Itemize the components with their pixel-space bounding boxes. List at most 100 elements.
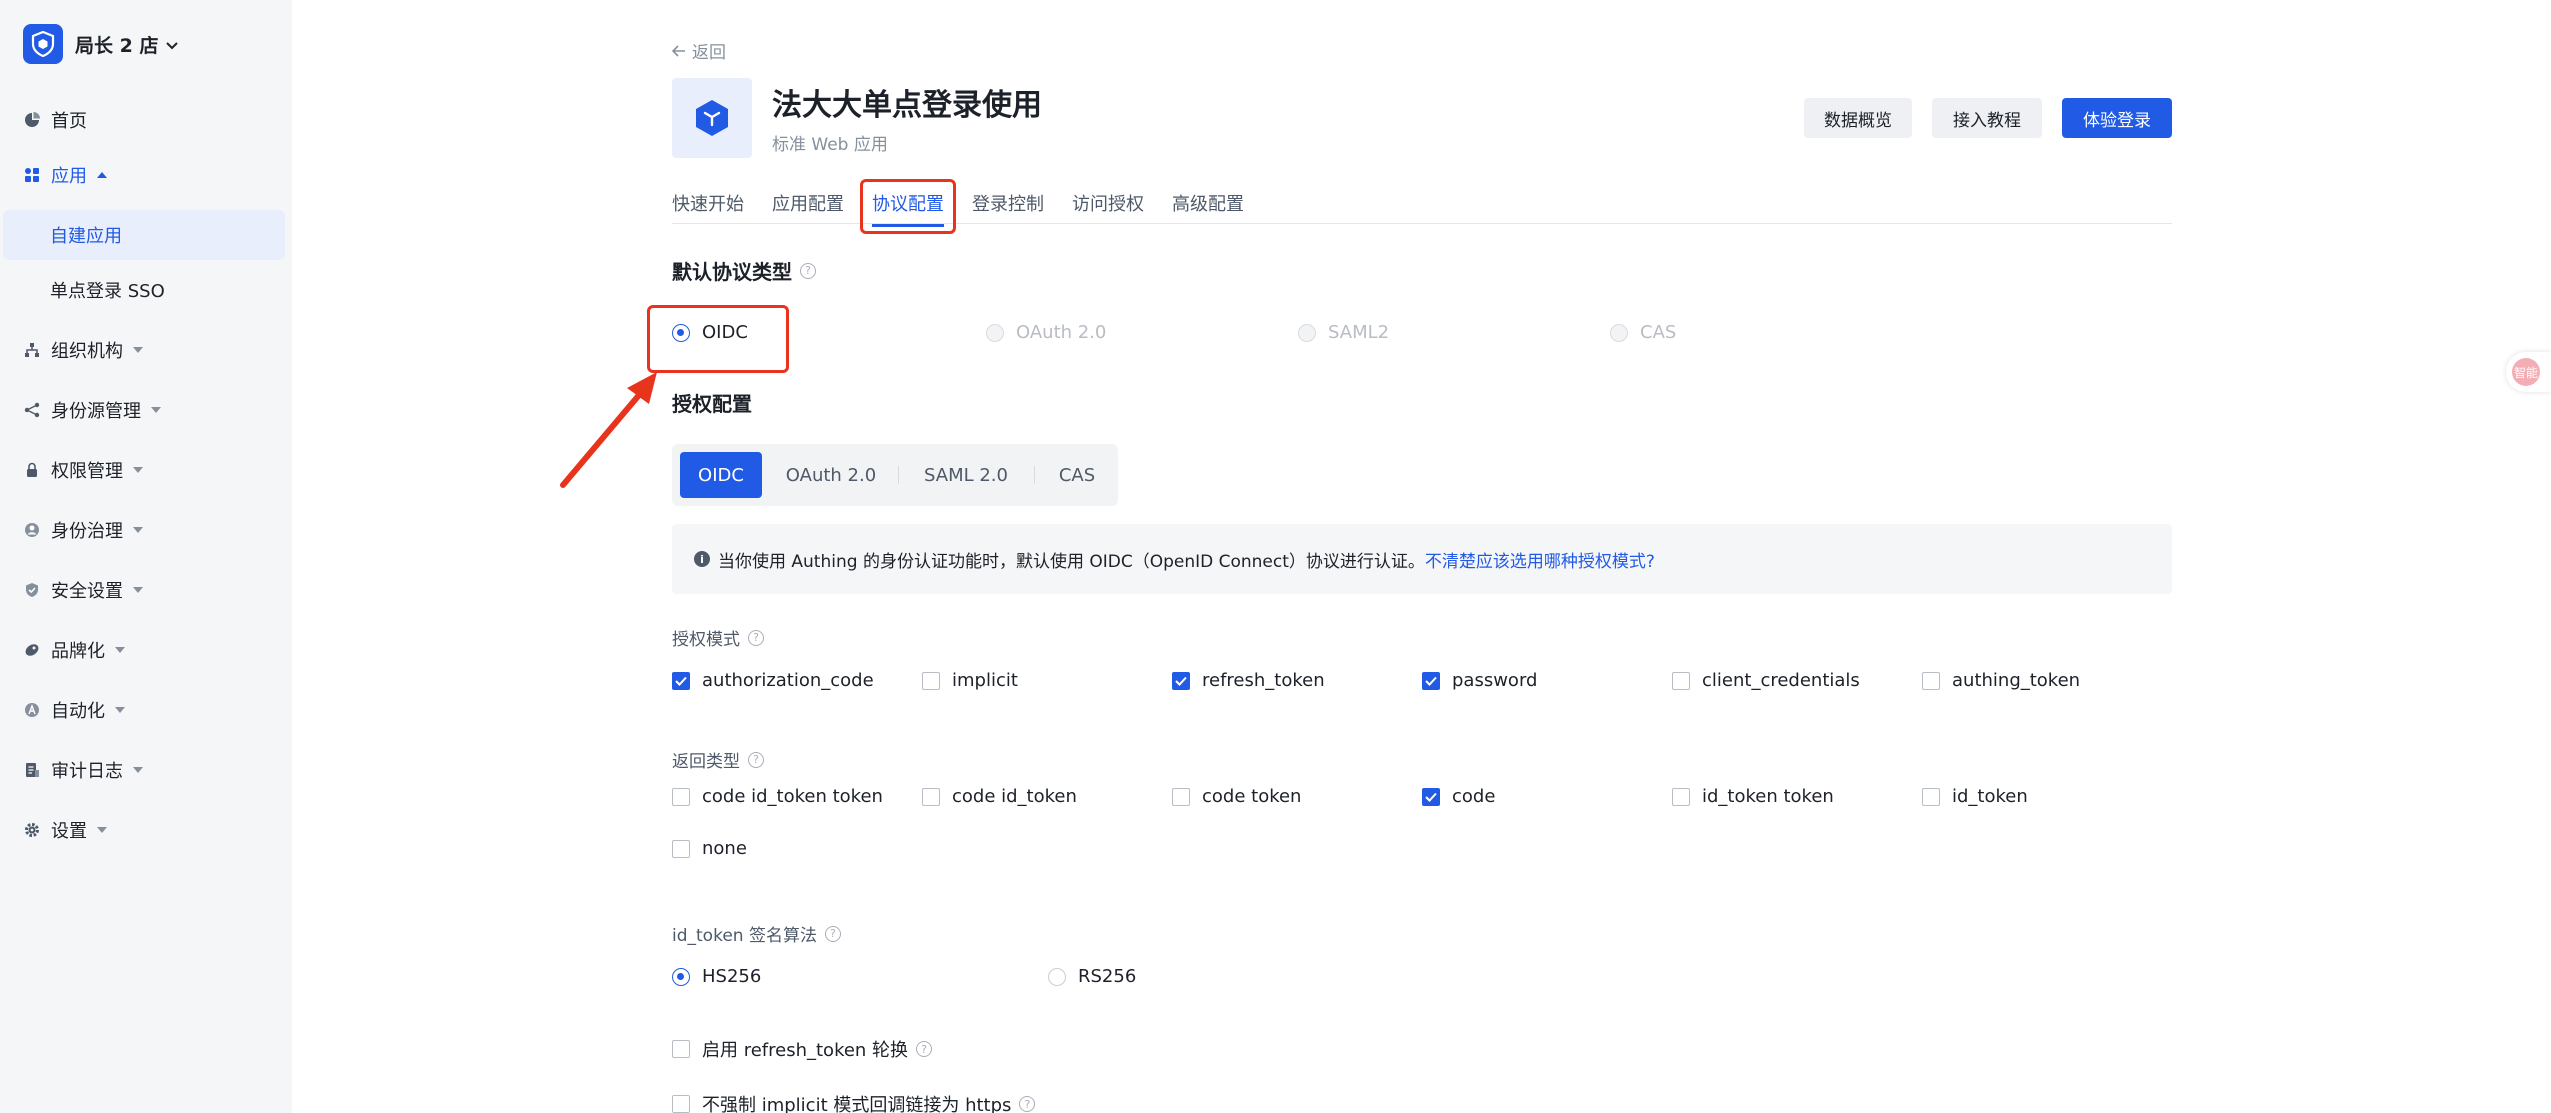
sidebar-item-label: 权限管理 [51, 461, 123, 482]
help-icon[interactable]: ? [800, 262, 816, 279]
sidebar-item-settings[interactable]: 设置 [23, 810, 107, 850]
help-icon[interactable]: ? [824, 925, 841, 942]
protocol-radio-oauth2[interactable]: OAuth 2.0 [986, 322, 1106, 343]
help-icon[interactable]: ? [1019, 1096, 1036, 1112]
radio-label: SAML2 [1328, 322, 1390, 343]
radio-label: CAS [1640, 322, 1677, 343]
checkbox-label: code token [1202, 786, 1302, 807]
tab-protocol-config[interactable]: 协议配置 [872, 190, 944, 227]
signing-radio-hs256[interactable]: HS256 [672, 966, 761, 987]
refresh-token-rotation-checkbox[interactable]: 启用 refresh_token 轮换 ? [672, 1036, 933, 1062]
caret-down-icon [133, 467, 143, 473]
response-checkbox-code[interactable]: code [1422, 786, 1495, 807]
segment-divider [898, 466, 899, 484]
org-tree-icon [23, 341, 41, 359]
response-checkbox-id-token-token[interactable]: id_token token [1672, 786, 1834, 807]
page-title: 法大大单点登录使用 [772, 88, 1042, 123]
grant-checkbox-implicit[interactable]: implicit [922, 670, 1018, 691]
protocol-radio-oidc[interactable]: OIDC [672, 322, 748, 343]
grant-checkbox-authorization-code[interactable]: authorization_code [672, 670, 874, 691]
tab-advanced-config[interactable]: 高级配置 [1172, 190, 1244, 216]
sidebar-item-automation[interactable]: 自动化 [23, 690, 125, 730]
tutorial-button[interactable]: 接入教程 [1932, 98, 2042, 138]
radio-dot [1298, 323, 1316, 342]
log-icon [23, 761, 41, 779]
floating-assistant-button[interactable]: 智能 [2506, 352, 2551, 392]
radio-dot [672, 967, 690, 986]
field-label: 返回类型 [672, 752, 740, 772]
signing-algorithm-label: id_token 签名算法 ? [672, 921, 841, 946]
checkbox-label: code [1452, 786, 1496, 807]
radio-label: OAuth 2.0 [1016, 322, 1107, 343]
sidebar-item-label: 自动化 [51, 701, 105, 722]
field-label: 授权模式 [672, 630, 740, 650]
sidebar-subitem-custom-apps[interactable]: 自建应用 [3, 210, 285, 260]
grant-checkbox-refresh-token[interactable]: refresh_token [1172, 670, 1325, 691]
data-overview-button[interactable]: 数据概览 [1804, 98, 1912, 138]
sidebar-item-home[interactable]: 首页 [23, 100, 87, 140]
sidebar-item-org[interactable]: 组织机构 [23, 330, 143, 370]
response-checkbox-id-token[interactable]: id_token [1922, 786, 2028, 807]
info-banner: i 当你使用 Authing 的身份认证功能时，默认使用 OIDC（OpenID… [672, 524, 2172, 594]
caret-down-icon [97, 827, 107, 833]
caret-up-icon [97, 172, 107, 178]
radio-dot [672, 323, 690, 342]
tab-quick-start[interactable]: 快速开始 [672, 190, 744, 216]
segment-saml2[interactable]: SAML 2.0 [906, 452, 1026, 498]
sidebar-subitem-sso[interactable]: 单点登录 SSO [0, 265, 282, 315]
response-checkbox-code-token[interactable]: code token [1172, 786, 1301, 807]
pie-chart-icon [23, 111, 41, 129]
grant-checkbox-authing-token[interactable]: authing_token [1922, 670, 2080, 691]
checkbox-label: code id_token token [702, 786, 883, 807]
checkbox-label: refresh_token [1202, 670, 1325, 691]
caret-down-icon [115, 647, 125, 653]
sidebar-item-identity-source[interactable]: 身份源管理 [23, 390, 161, 430]
protocol-radio-cas[interactable]: CAS [1610, 322, 1676, 343]
org-switcher[interactable]: 局长 2 店 [23, 24, 179, 64]
checkbox-label: authorization_code [702, 670, 874, 691]
sidebar-subitem-label: 单点登录 SSO [50, 281, 165, 302]
tab-login-control[interactable]: 登录控制 [972, 190, 1044, 216]
sidebar-item-label: 身份治理 [51, 521, 123, 542]
checkbox-box [922, 671, 940, 690]
checkbox-box [1422, 671, 1440, 690]
sidebar-item-governance[interactable]: 身份治理 [23, 510, 143, 550]
response-types-label: 返回类型 ? [672, 747, 764, 772]
sidebar-item-security[interactable]: 安全设置 [23, 570, 143, 610]
response-checkbox-code-id-token[interactable]: code id_token [922, 786, 1077, 807]
tab-bar: 快速开始 应用配置 协议配置 登录控制 访问授权 高级配置 [672, 184, 2172, 227]
checkbox-label: code id_token [952, 786, 1077, 807]
grant-checkbox-client-credentials[interactable]: client_credentials [1672, 670, 1860, 691]
implicit-https-checkbox[interactable]: 不强制 implicit 模式回调链接为 https ? [672, 1091, 1036, 1113]
checkbox-box [1672, 787, 1690, 806]
help-icon[interactable]: ? [916, 1041, 933, 1057]
protocol-radio-saml2[interactable]: SAML2 [1298, 322, 1389, 343]
help-icon[interactable]: ? [748, 629, 764, 646]
try-login-button[interactable]: 体验登录 [2062, 98, 2172, 138]
grant-checkbox-password[interactable]: password [1422, 670, 1537, 691]
sidebar-item-apps[interactable]: 应用 [23, 155, 107, 195]
response-checkbox-none[interactable]: none [672, 838, 747, 859]
section-title-text: 授权配置 [672, 392, 752, 416]
grant-types-label: 授权模式 ? [672, 625, 764, 650]
sidebar-item-label: 安全设置 [51, 581, 123, 602]
grant-mode-help-link[interactable]: 不清楚应该选用哪种授权模式? [1425, 547, 1655, 572]
signing-radio-rs256[interactable]: RS256 [1048, 966, 1136, 987]
response-checkbox-code-id-token-token[interactable]: code id_token token [672, 786, 883, 807]
segment-cas[interactable]: CAS [1042, 452, 1112, 498]
sidebar-item-permissions[interactable]: 权限管理 [23, 450, 143, 490]
section-title-text: 默认协议类型 [672, 260, 792, 284]
tab-access-auth[interactable]: 访问授权 [1072, 190, 1144, 216]
back-label: 返回 [692, 43, 726, 63]
segment-oauth2[interactable]: OAuth 2.0 [772, 452, 890, 498]
help-icon[interactable]: ? [748, 751, 764, 768]
radio-dot [986, 323, 1004, 342]
segment-oidc[interactable]: OIDC [680, 452, 762, 498]
auth-config-title: 授权配置 [672, 388, 752, 417]
back-link[interactable]: 返回 [672, 38, 726, 63]
sidebar-item-branding[interactable]: 品牌化 [23, 630, 125, 670]
arrow-left-icon [672, 44, 685, 57]
tab-app-config[interactable]: 应用配置 [772, 190, 844, 216]
sidebar-item-audit-log[interactable]: 审计日志 [23, 750, 143, 790]
info-icon: i [694, 551, 710, 567]
